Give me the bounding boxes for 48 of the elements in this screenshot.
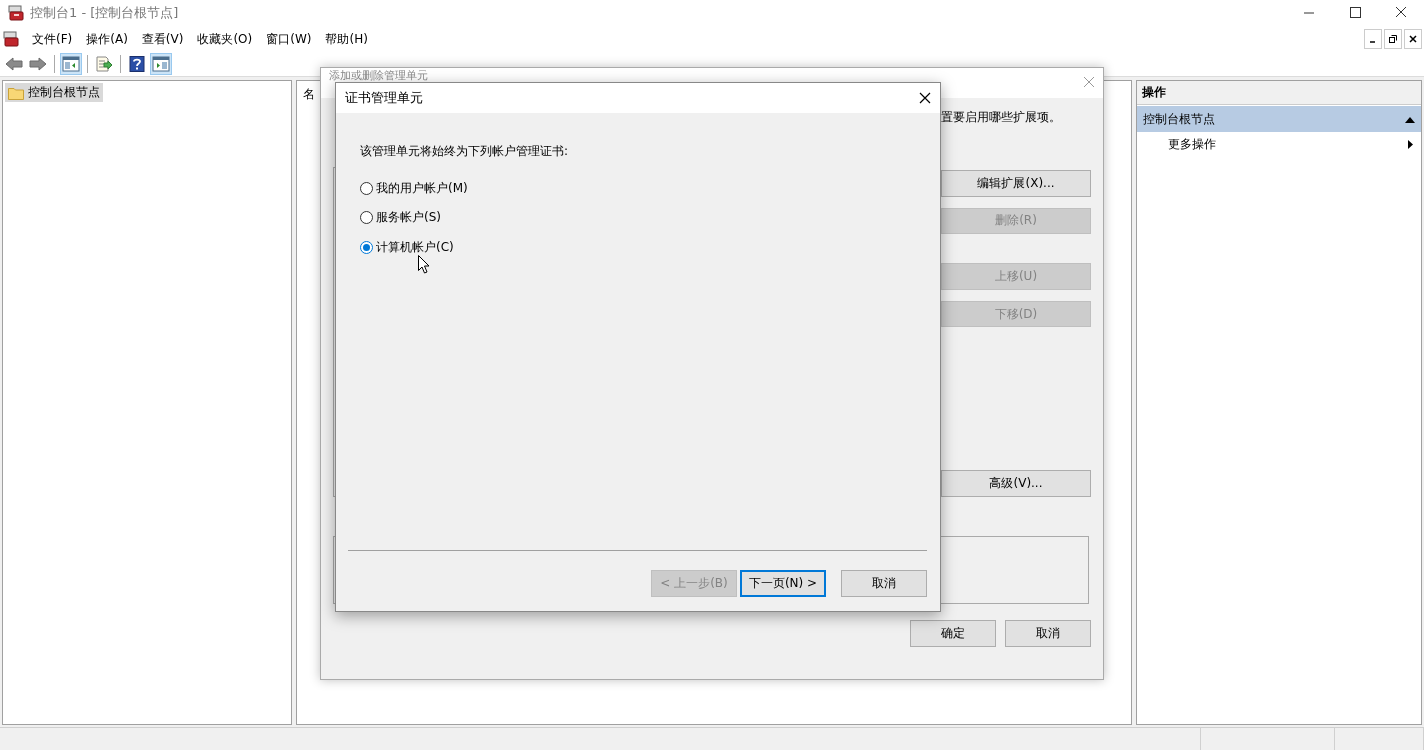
collapse-arrow-icon[interactable]: [1405, 116, 1415, 123]
export-list-button[interactable]: [93, 53, 115, 75]
show-tree-icon: [62, 56, 80, 72]
forward-arrow-icon: [29, 56, 47, 72]
instruction-text: 置要启用哪些扩展项。: [940, 109, 1062, 126]
prompt-text: 该管理单元将始终为下列帐户管理证书:: [360, 143, 570, 160]
close-icon[interactable]: [919, 92, 931, 104]
console-document-icon: [3, 31, 19, 47]
section-header[interactable]: 控制台根节点: [1137, 106, 1421, 132]
dialog-button[interactable]: 编辑扩展(X)...: [941, 170, 1091, 197]
radio-button[interactable]: [360, 211, 373, 224]
back-arrow-icon: [5, 56, 23, 72]
window-title: 控制台1 - [控制台根节点]: [30, 4, 180, 22]
radio-button[interactable]: [360, 181, 373, 195]
dialog-button[interactable]: 确定: [910, 620, 996, 647]
column-header[interactable]: 名: [303, 87, 315, 101]
menu-item[interactable]: 帮助(H): [318, 28, 375, 50]
export-list-icon: [95, 56, 113, 72]
dialog-button[interactable]: 取消: [1005, 620, 1091, 647]
dialog-title: 添加或删除管理单元: [329, 68, 428, 82]
menu-item[interactable]: 收藏夹(O): [190, 28, 260, 50]
menu-item[interactable]: 查看(V): [134, 28, 191, 50]
show-action-pane-button[interactable]: [150, 53, 172, 75]
radio-label[interactable]: 我的用户帐户(M): [376, 179, 468, 197]
mouse-cursor-icon: [418, 255, 430, 274]
radio-button[interactable]: [360, 240, 373, 254]
pane-header: 操作: [1137, 81, 1421, 105]
help-icon: [129, 56, 145, 72]
tree-item[interactable]: 控制台根节点: [5, 83, 103, 102]
menu-item[interactable]: 文件(F): [25, 28, 80, 50]
menu-item[interactable]: 操作(A): [79, 28, 135, 50]
action-label: 更多操作: [1168, 136, 1216, 153]
restore-icon[interactable]: [1384, 29, 1402, 49]
section-title: 控制台根节点: [1143, 111, 1215, 128]
radio-label[interactable]: 服务帐户(S): [376, 209, 441, 226]
dialog-button[interactable]: 下一页(N) >: [740, 570, 826, 597]
radio-label[interactable]: 计算机帐户(C): [376, 238, 454, 256]
show-action-pane-icon: [152, 56, 170, 72]
console-app-icon: [8, 5, 24, 21]
dialog-button[interactable]: 高级(V)...: [941, 470, 1091, 497]
menu-item[interactable]: 窗口(W): [259, 28, 319, 50]
show-tree-button[interactable]: [60, 53, 82, 75]
minimize-icon[interactable]: [1364, 29, 1382, 49]
action-item[interactable]: 更多操作: [1137, 132, 1421, 156]
folder-icon: [8, 85, 24, 100]
help-button[interactable]: [126, 53, 148, 75]
dialog-title: 证书管理单元: [345, 89, 423, 107]
dialog-button[interactable]: 取消: [841, 570, 927, 597]
